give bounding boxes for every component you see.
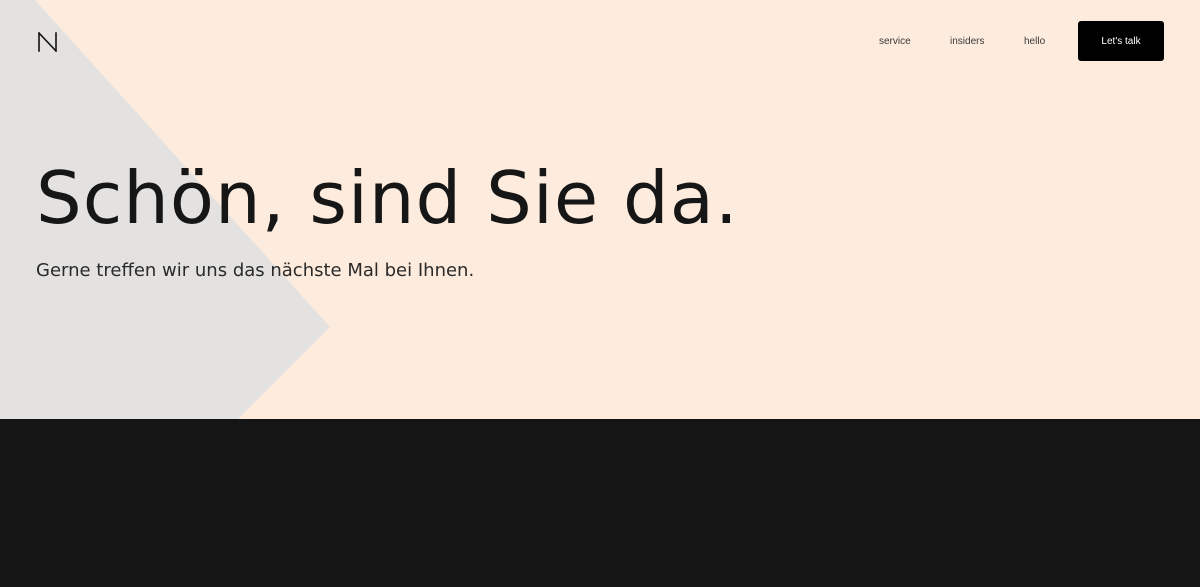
nav-link-insiders[interactable]: insiders bbox=[950, 36, 984, 47]
n-logo-icon[interactable] bbox=[37, 29, 59, 55]
nav-link-service[interactable]: service bbox=[879, 36, 911, 47]
dark-section bbox=[0, 419, 1200, 587]
nav-link-hello[interactable]: hello bbox=[1024, 36, 1045, 47]
lets-talk-button[interactable]: Let's talk bbox=[1078, 21, 1164, 61]
page-title: Schön, sind Sie da. bbox=[36, 156, 739, 240]
hero-subtitle: Gerne treffen wir uns das nächste Mal be… bbox=[36, 260, 475, 281]
hero-section: service insiders hello Let's talk Schön,… bbox=[0, 0, 1200, 419]
